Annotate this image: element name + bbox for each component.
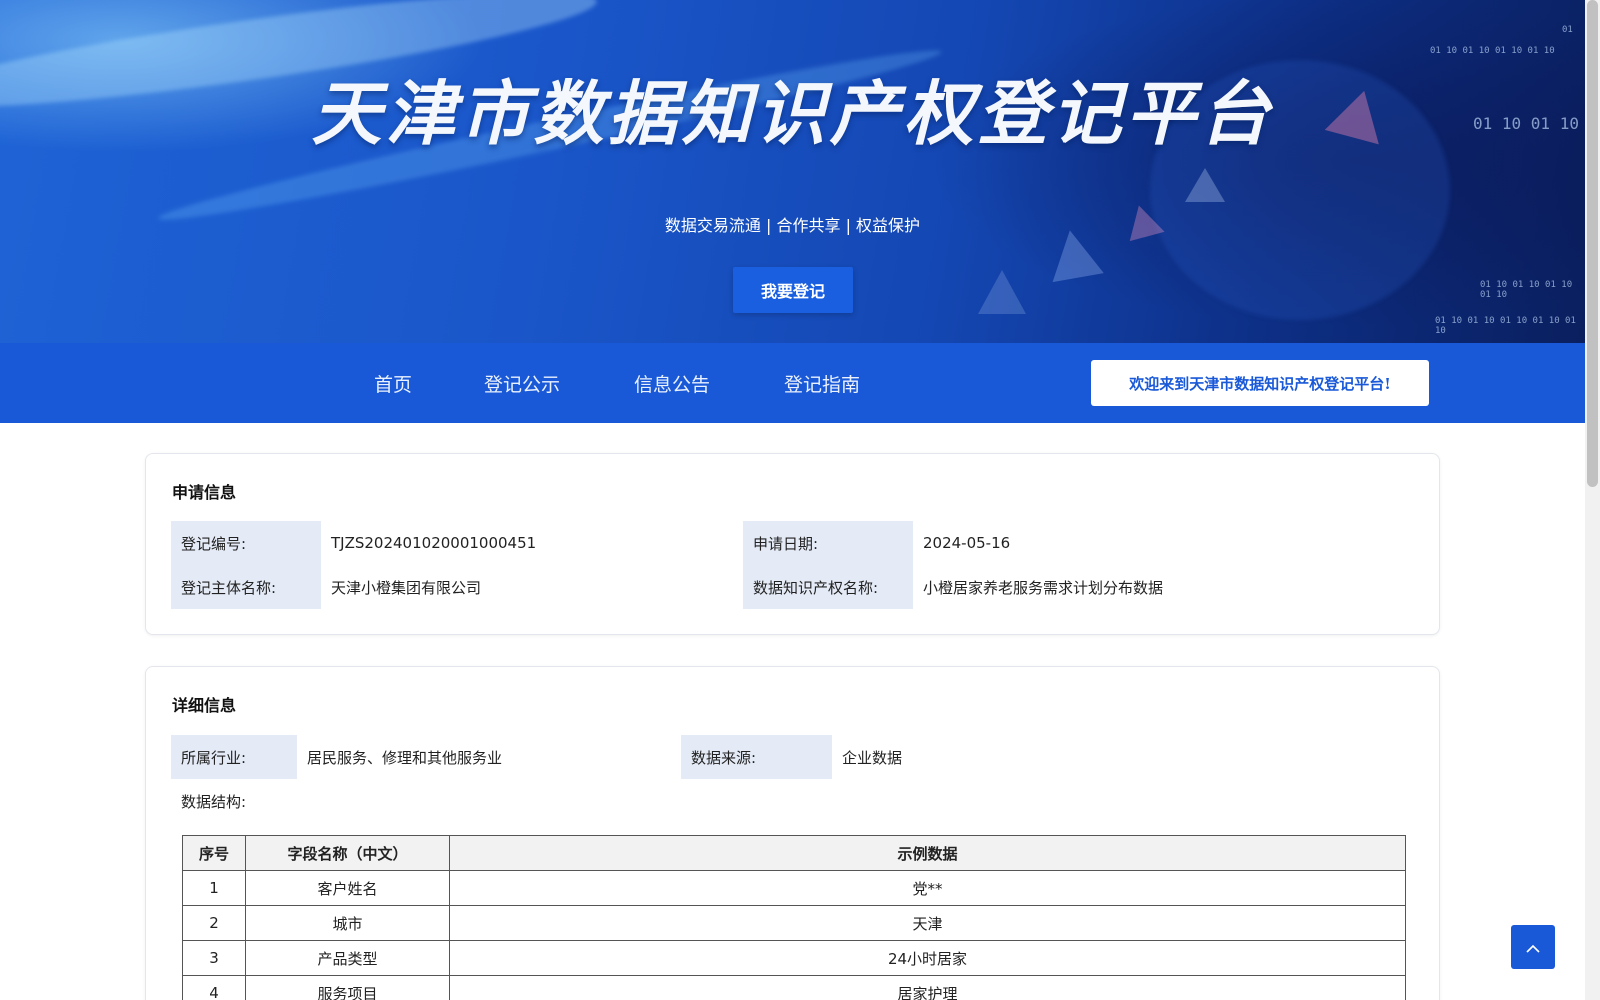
- table-cell: 24小时居家: [449, 940, 1406, 976]
- table-cell: 居家护理: [449, 975, 1406, 1000]
- apply-date-label: 申请日期:: [743, 521, 913, 565]
- decor-triangle: [1185, 168, 1225, 202]
- welcome-banner: 欢迎来到天津市数据知识产权登记平台!: [1091, 360, 1429, 406]
- table-cell: 党**: [449, 870, 1406, 906]
- section-title: 详细信息: [172, 696, 237, 715]
- site-subtitle: 数据交易流通 | 合作共享 | 权益保护: [664, 216, 921, 235]
- table-row: 3 产品类型 24小时居家: [182, 940, 1406, 976]
- binary-decor: 01 10 01 10 01 10 01 10: [1430, 46, 1555, 56]
- industry-label: 所属行业:: [171, 735, 297, 779]
- table-cell: 2: [182, 905, 246, 941]
- column-header: 字段名称（中文）: [245, 835, 450, 871]
- reg-no-value: TJZS202401020001000451: [331, 534, 537, 552]
- data-structure-table: 序号 字段名称（中文） 示例数据 1 客户姓名 党** 2 城市 天津 3 产品…: [182, 835, 1406, 1000]
- nav-registration-publicity[interactable]: 登记公示: [484, 343, 560, 423]
- table-header-row: 序号 字段名称（中文） 示例数据: [182, 835, 1406, 871]
- page: 01 10 01 10 01 10 01 10 01 10 01 10 01 1…: [0, 0, 1585, 1000]
- table-cell: 3: [182, 940, 246, 976]
- table-cell: 1: [182, 870, 246, 906]
- industry-value: 居民服务、修理和其他服务业: [307, 748, 503, 767]
- column-header: 示例数据: [449, 835, 1406, 871]
- application-info-card: 申请信息 登记编号: 登记主体名称: TJZS20240102000100045…: [145, 453, 1440, 635]
- binary-decor: 01 10 01 10 01 10 01 10 01 10: [1435, 316, 1576, 336]
- chevron-up-icon: [1526, 938, 1540, 957]
- table-row: 4 服务项目 居家护理: [182, 975, 1406, 1000]
- table-row: 1 客户姓名 党**: [182, 870, 1406, 906]
- ip-name-label: 数据知识产权名称:: [743, 565, 913, 609]
- table-cell: 城市: [245, 905, 450, 941]
- apply-date-value: 2024-05-16: [923, 534, 1011, 552]
- vertical-scrollbar[interactable]: [1585, 0, 1600, 1000]
- register-button[interactable]: 我要登记: [733, 267, 853, 313]
- table-cell: 天津: [449, 905, 1406, 941]
- subject-value: 天津小橙集团有限公司: [331, 578, 482, 597]
- table-cell: 产品类型: [245, 940, 450, 976]
- data-structure-label: 数据结构:: [181, 792, 247, 811]
- reg-no-label: 登记编号:: [171, 521, 321, 565]
- subject-label: 登记主体名称:: [171, 565, 321, 609]
- nav-announcements[interactable]: 信息公告: [634, 343, 710, 423]
- back-to-top-button[interactable]: [1511, 925, 1555, 969]
- table-cell: 4: [182, 975, 246, 1000]
- section-title: 申请信息: [172, 483, 237, 502]
- binary-decor: 01: [1562, 25, 1573, 35]
- table-cell: 客户姓名: [245, 870, 450, 906]
- table-cell: 服务项目: [245, 975, 450, 1000]
- data-source-label: 数据来源:: [681, 735, 832, 779]
- nav-registration-guide[interactable]: 登记指南: [784, 343, 860, 423]
- scrollbar-thumb[interactable]: [1587, 0, 1598, 487]
- site-title: 天津市数据知识产权登记平台: [311, 73, 1274, 155]
- binary-decor: 01 10 01 10 01 10 01 10: [1480, 280, 1573, 300]
- nav-home[interactable]: 首页: [374, 343, 412, 423]
- decor-triangle: [978, 270, 1026, 314]
- detail-info-card: 详细信息 所属行业: 居民服务、修理和其他服务业 数据来源: 企业数据 数据结构…: [145, 666, 1440, 1000]
- table-row: 2 城市 天津: [182, 905, 1406, 941]
- column-header: 序号: [182, 835, 246, 871]
- data-source-value: 企业数据: [842, 748, 903, 767]
- ip-name-value: 小橙居家养老服务需求计划分布数据: [923, 578, 1164, 597]
